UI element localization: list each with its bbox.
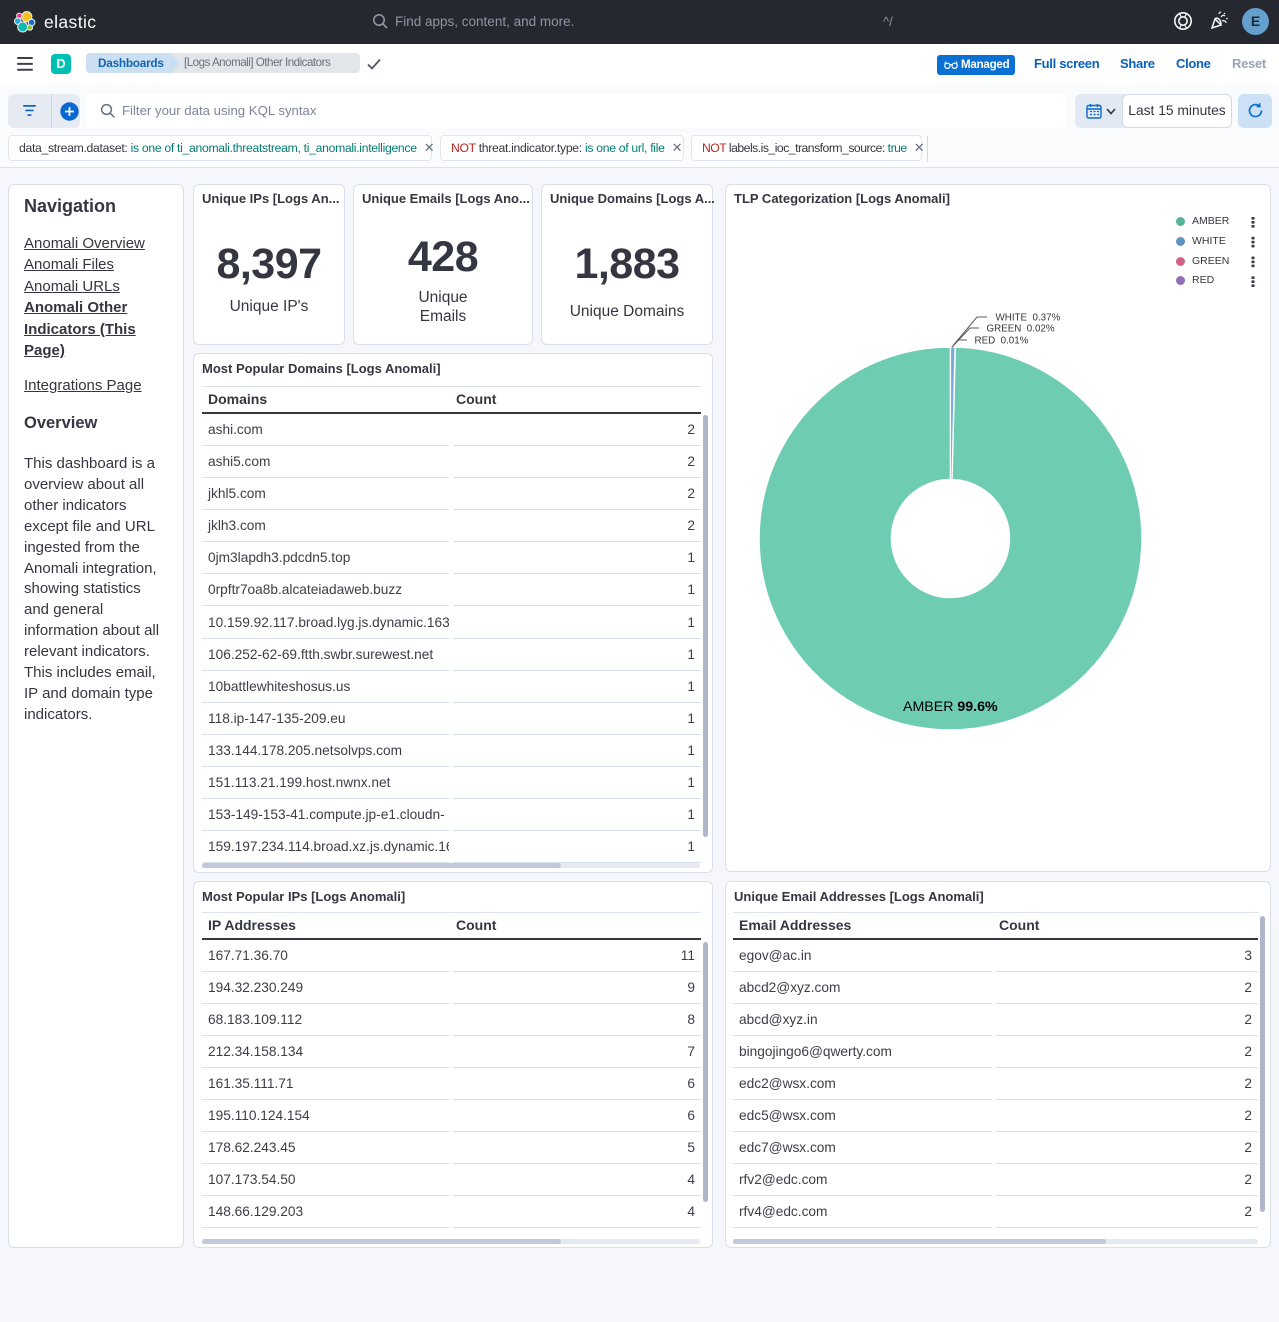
svg-text:AMBER 99.6%: AMBER 99.6% [903, 699, 998, 715]
svg-text:WHITE 0.37%: WHITE 0.37% [996, 313, 1061, 324]
svg-text:RED 0.01%: RED 0.01% [975, 336, 1029, 347]
svg-text:GREEN 0.02%: GREEN 0.02% [987, 324, 1055, 335]
